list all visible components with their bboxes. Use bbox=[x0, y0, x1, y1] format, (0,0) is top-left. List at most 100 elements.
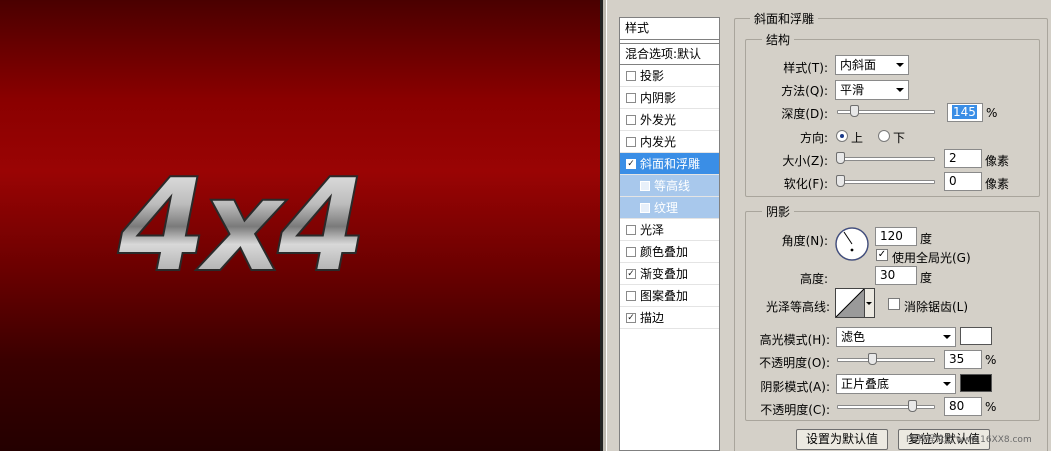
altitude-unit: 度 bbox=[920, 271, 933, 285]
checkbox-checked-icon[interactable]: ✓ bbox=[626, 312, 636, 323]
altitude-label: 高度: bbox=[799, 272, 828, 286]
highlight-opacity-thumb[interactable] bbox=[868, 353, 878, 365]
checkbox-icon[interactable] bbox=[626, 70, 636, 81]
size-input[interactable]: 2 bbox=[944, 149, 982, 168]
checkbox-icon[interactable] bbox=[626, 92, 636, 103]
size-unit: 像素 bbox=[985, 154, 1010, 168]
antialias-label: 消除锯齿(L) bbox=[904, 300, 969, 314]
bevel-emboss-title: 斜面和浮雕 bbox=[750, 10, 819, 27]
soften-slider-track[interactable] bbox=[837, 180, 935, 184]
style-item[interactable]: 颜色叠加 bbox=[620, 241, 719, 263]
style-item-label: 颜色叠加 bbox=[640, 244, 689, 259]
antialias-checkbox[interactable] bbox=[888, 298, 900, 310]
global-light-label: 使用全局光(G) bbox=[892, 251, 971, 265]
checkbox-checked-icon[interactable]: ✓ bbox=[626, 158, 636, 169]
style-items: 投影 内阴影外发光内发光 ✓ 斜面和浮雕等高线 纹理光泽颜色叠加 ✓ 渐变叠加图案叠加 ✓ 描边 bbox=[620, 65, 719, 329]
checkbox-icon[interactable] bbox=[626, 290, 636, 301]
style-item[interactable]: 等高线 bbox=[620, 175, 719, 197]
style-item-label: 渐变叠加 bbox=[640, 266, 689, 281]
angle-label: 角度(N): bbox=[781, 234, 828, 248]
style-item[interactable]: 纹理 bbox=[620, 197, 719, 219]
style-item[interactable]: 内阴影 bbox=[620, 87, 719, 109]
direction-down-radio[interactable] bbox=[878, 130, 890, 142]
chrome-4x4-logo: 4x4 bbox=[116, 160, 368, 290]
style-item-label: 斜面和浮雕 bbox=[640, 156, 701, 171]
soften-label: 软化(F): bbox=[783, 177, 828, 191]
size-slider-thumb[interactable] bbox=[836, 152, 845, 164]
style-item[interactable]: 光泽 bbox=[620, 219, 719, 241]
make-default-button[interactable]: 设置为默认值 bbox=[796, 429, 888, 450]
style-item[interactable]: 投影 bbox=[620, 65, 719, 87]
size-slider-track[interactable] bbox=[837, 157, 935, 161]
highlight-opacity-value: 35 bbox=[949, 352, 965, 366]
site-watermark: PS教程论坛 www.16XX8.com bbox=[906, 435, 1032, 445]
shadow-opacity-thumb[interactable] bbox=[908, 400, 918, 412]
dialog-edge bbox=[606, 0, 614, 451]
highlight-opacity-unit: % bbox=[985, 353, 997, 367]
gloss-contour-dropdown[interactable] bbox=[865, 288, 875, 318]
checkbox-checked-icon[interactable]: ✓ bbox=[626, 268, 636, 279]
style-item[interactable]: ✓ 渐变叠加 bbox=[620, 263, 719, 285]
style-item[interactable]: ✓ 斜面和浮雕 bbox=[620, 153, 719, 175]
style-item-label: 内发光 bbox=[640, 134, 677, 149]
highlight-mode-select[interactable]: 滤色 bbox=[836, 327, 956, 347]
style-item-label: 描边 bbox=[640, 310, 665, 325]
bevel-style-select[interactable]: 内斜面 bbox=[835, 55, 909, 75]
depth-unit: % bbox=[986, 106, 998, 120]
technique-value: 平滑 bbox=[840, 83, 865, 97]
highlight-color-swatch[interactable] bbox=[960, 327, 992, 345]
bevel-emboss-panel: 斜面和浮雕 结构 样式(T): 内斜面 方法(Q): 平滑 深度(D): 145… bbox=[730, 0, 1051, 451]
shadow-opacity-value: 80 bbox=[949, 399, 965, 413]
direction-up-label: 上 bbox=[851, 131, 864, 145]
shadow-opacity-track[interactable] bbox=[837, 405, 935, 409]
shadow-opacity-unit: % bbox=[985, 400, 997, 414]
chevron-down-icon bbox=[866, 302, 872, 305]
soften-input[interactable]: 0 bbox=[944, 172, 982, 191]
technique-label: 方法(Q): bbox=[781, 84, 828, 98]
soften-unit: 像素 bbox=[985, 177, 1010, 191]
checkbox-icon[interactable] bbox=[640, 180, 650, 191]
style-item-label: 外发光 bbox=[640, 112, 677, 127]
style-item[interactable]: 图案叠加 bbox=[620, 285, 719, 307]
chevron-down-icon bbox=[943, 335, 951, 339]
blending-options-item[interactable]: 混合选项:默认 bbox=[620, 43, 719, 65]
bevel-style-value: 内斜面 bbox=[840, 58, 877, 72]
checkbox-icon[interactable] bbox=[626, 246, 636, 257]
styles-header[interactable]: 样式 bbox=[620, 18, 719, 40]
highlight-opacity-label: 不透明度(O): bbox=[759, 356, 830, 370]
gloss-contour-label: 光泽等高线: bbox=[765, 300, 830, 314]
technique-select[interactable]: 平滑 bbox=[835, 80, 909, 100]
shading-title: 阴影 bbox=[762, 203, 795, 220]
checkbox-icon[interactable] bbox=[626, 136, 636, 147]
global-light-checkbox[interactable]: ✓ bbox=[876, 249, 888, 261]
depth-input[interactable]: 145 bbox=[947, 103, 983, 122]
logo-text: 4x4 bbox=[117, 160, 361, 290]
highlight-mode-label: 高光模式(H): bbox=[759, 333, 830, 347]
contour-curve-icon bbox=[835, 288, 865, 318]
depth-label: 深度(D): bbox=[781, 107, 828, 121]
layer-style-list: 样式 混合选项:默认 投影 内阴影外发光内发光 ✓ 斜面和浮雕等高线 纹理光泽颜色叠加 ✓… bbox=[619, 17, 720, 451]
checkbox-icon[interactable] bbox=[640, 202, 650, 213]
style-item-label: 光泽 bbox=[640, 222, 665, 237]
highlight-opacity-track[interactable] bbox=[837, 358, 935, 362]
document-canvas: 4x4 bbox=[0, 0, 600, 451]
gloss-contour-preview[interactable] bbox=[835, 288, 865, 318]
structure-title: 结构 bbox=[762, 31, 795, 48]
soften-slider-thumb[interactable] bbox=[836, 175, 845, 187]
style-item[interactable]: 内发光 bbox=[620, 131, 719, 153]
altitude-value: 30 bbox=[880, 268, 896, 282]
shadow-mode-select[interactable]: 正片叠底 bbox=[836, 374, 956, 394]
shadow-opacity-input[interactable]: 80 bbox=[944, 397, 982, 416]
highlight-opacity-input[interactable]: 35 bbox=[944, 350, 982, 369]
angle-dial[interactable] bbox=[834, 226, 870, 262]
checkbox-icon[interactable] bbox=[626, 114, 636, 125]
direction-up-radio[interactable] bbox=[836, 130, 848, 142]
depth-slider-thumb[interactable] bbox=[849, 105, 859, 117]
style-item[interactable]: 外发光 bbox=[620, 109, 719, 131]
angle-value: 120 bbox=[880, 229, 903, 243]
shadow-color-swatch[interactable] bbox=[960, 374, 992, 392]
altitude-input[interactable]: 30 bbox=[875, 266, 917, 285]
checkbox-icon[interactable] bbox=[626, 224, 636, 235]
style-item[interactable]: ✓ 描边 bbox=[620, 307, 719, 329]
angle-input[interactable]: 120 bbox=[875, 227, 917, 246]
